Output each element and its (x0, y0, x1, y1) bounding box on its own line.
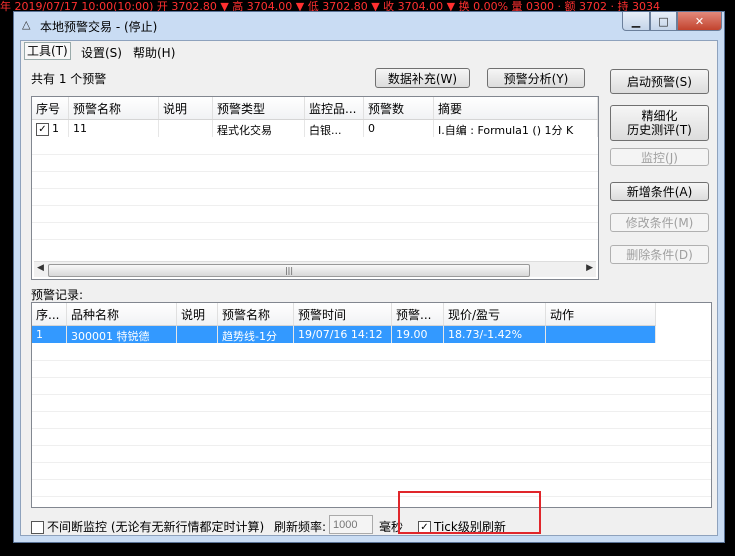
col-description[interactable]: 说明 (159, 97, 213, 119)
window-client: 工具(T) 设置(S) 帮助(H) 共有 1 个预警 数据补充(W) 预警分析(… (20, 40, 718, 536)
rec-time: 19/07/16 14:12 (294, 326, 392, 343)
menu-tools[interactable]: 工具(T) (24, 42, 71, 60)
col-alert-count[interactable]: 预警数 (364, 97, 434, 119)
title-bar[interactable]: △ 本地预警交易 - (停止) ▁ □ ✕ (14, 12, 724, 40)
window-title: 本地预警交易 - (停止) (40, 20, 158, 34)
rec-col-name[interactable]: 品种名称 (67, 303, 177, 325)
rec-col-index[interactable]: 序... (32, 303, 67, 325)
alerts-horizontal-scrollbar[interactable]: ◀ ||| ▶ (34, 261, 596, 277)
alert-count-label: 共有 1 个预警 (31, 72, 107, 86)
rec-col-value[interactable]: 预警... (392, 303, 444, 325)
highlight-box (398, 491, 541, 534)
add-condition-button[interactable]: 新增条件(A) (610, 182, 709, 201)
close-button[interactable]: ✕ (677, 12, 722, 31)
maximize-icon: □ (658, 14, 669, 28)
col-summary[interactable]: 摘要 (434, 97, 598, 119)
refined-backtest-button[interactable]: 精细化 历史测评(T) (610, 105, 709, 141)
alert-enabled-checkbox[interactable]: ✓ (36, 122, 49, 136)
close-icon: ✕ (694, 14, 705, 28)
col-index[interactable]: 序号 (32, 97, 69, 119)
rec-value: 19.00 (392, 326, 444, 343)
menu-bar: 工具(T) 设置(S) 帮助(H) (21, 41, 717, 61)
maximize-button[interactable]: □ (650, 12, 677, 31)
alert-type: 程式化交易 (213, 120, 305, 137)
refined-backtest-line2: 历史测评(T) (627, 123, 692, 137)
alerts-table[interactable]: 序号 预警名称 说明 预警类型 监控品... 预警数 摘要 ✓ 1 11 程式化交… (31, 96, 599, 280)
alert-analysis-button[interactable]: 预警分析(Y) (487, 68, 585, 88)
alerts-table-header: 序号 预警名称 说明 预警类型 监控品... 预警数 摘要 (32, 97, 598, 120)
monitor-button[interactable]: 监控(J) (610, 148, 709, 166)
rec-col-action[interactable]: 动作 (546, 303, 656, 325)
menu-settings[interactable]: 设置(S) (81, 44, 122, 61)
minimize-icon: ▁ (631, 14, 641, 28)
rec-desc (177, 326, 218, 343)
alert-target: 白银... (305, 120, 364, 137)
continuous-monitor-option[interactable]: 不间断监控 (无论有无新行情都定时计算) (31, 518, 264, 535)
rec-col-alert[interactable]: 预警名称 (218, 303, 294, 325)
continuous-monitor-label: 不间断监控 (无论有无新行情都定时计算) (47, 520, 265, 534)
rec-col-price[interactable]: 现价/盈亏 (444, 303, 546, 325)
alert-count: 0 (364, 120, 434, 137)
continuous-monitor-checkbox[interactable] (31, 521, 44, 534)
table-row[interactable]: 1 300001 特锐德 趋势线-1分 19/07/16 14:12 19.00… (32, 326, 656, 343)
rec-col-time[interactable]: 预警时间 (294, 303, 392, 325)
rec-price: 18.73/-1.42% (444, 326, 546, 343)
start-alert-button[interactable]: 启动预警(S) (610, 69, 709, 94)
data-fill-button[interactable]: 数据补充(W) (375, 68, 470, 88)
delete-condition-button[interactable]: 删除条件(D) (610, 245, 709, 264)
alert-index: 1 (52, 122, 59, 135)
menu-help[interactable]: 帮助(H) (133, 44, 175, 61)
refresh-freq-input[interactable] (329, 515, 373, 534)
refresh-freq-label: 刷新频率: (274, 520, 327, 534)
rec-action (546, 326, 656, 343)
alert-name: 11 (69, 120, 159, 137)
window-controls: ▁ □ ✕ (622, 12, 722, 31)
records-table[interactable]: 序... 品种名称 说明 预警名称 预警时间 预警... 现价/盈亏 动作 1 … (31, 302, 712, 508)
rec-name: 300001 特锐德 (67, 326, 177, 343)
scroll-right-icon[interactable]: ▶ (586, 263, 593, 273)
col-alert-name[interactable]: 预警名称 (69, 97, 159, 119)
records-table-header: 序... 品种名称 说明 预警名称 预警时间 预警... 现价/盈亏 动作 (32, 303, 656, 326)
rec-alert: 趋势线-1分 (218, 326, 294, 343)
rec-col-desc[interactable]: 说明 (177, 303, 218, 325)
refined-backtest-line1: 精细化 (641, 109, 678, 123)
minimize-button[interactable]: ▁ (622, 12, 650, 31)
table-row[interactable]: ✓ 1 11 程式化交易 白银... 0 I.自编 : Formula1 () 1… (32, 120, 598, 137)
scroll-left-icon[interactable]: ◀ (37, 263, 44, 273)
col-monitor-target[interactable]: 监控品... (305, 97, 364, 119)
alert-summary: I.自编 : Formula1 () 1分 K (434, 120, 598, 137)
rec-index: 1 (32, 326, 67, 343)
alert-desc (159, 120, 213, 137)
app-icon: △ (22, 18, 31, 31)
alert-trading-window: △ 本地预警交易 - (停止) ▁ □ ✕ 工具(T) 设置(S) 帮助(H) … (13, 11, 725, 543)
col-alert-type[interactable]: 预警类型 (213, 97, 305, 119)
scrollbar-thumb[interactable]: ||| (48, 264, 530, 277)
modify-condition-button[interactable]: 修改条件(M) (610, 213, 709, 232)
records-label: 预警记录: (31, 288, 84, 302)
